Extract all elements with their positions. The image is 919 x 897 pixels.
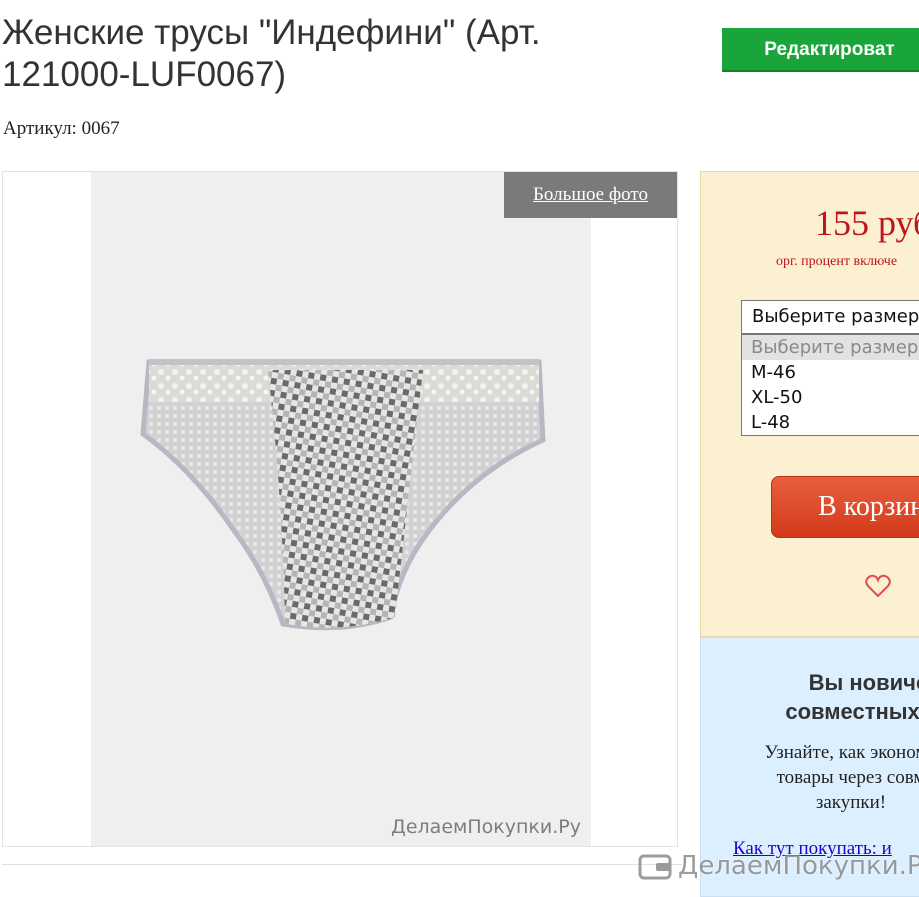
add-to-cart-button[interactable]: В корзин (771, 476, 919, 538)
org-percent-note: орг. процент включе (776, 254, 898, 269)
product-photo[interactable]: Большое фото ДелаемПокупки.Ру (2, 171, 678, 847)
big-photo-link[interactable]: Большое фото (504, 172, 677, 218)
site-logo-text: ДелаемПокупки.Ру (678, 851, 919, 881)
product-image (140, 359, 546, 631)
price: 155 руб (815, 203, 919, 243)
page-title: Женские трусы "Индефини" (Арт. 121000-LU… (2, 13, 541, 94)
size-option[interactable]: L-48 (742, 410, 919, 435)
newcomer-text-line: Узнайте, как экономи (764, 742, 919, 763)
newcomer-title: Вы новичо совместных по (739, 668, 919, 726)
size-dropdown-list: Выберите размер M-46 XL-50 L-48 (741, 334, 919, 436)
wallet-icon (638, 854, 672, 880)
newcomer-title-line: совместных по (785, 699, 919, 724)
divider (2, 864, 682, 865)
size-option[interactable]: Выберите размер (742, 335, 919, 360)
price-panel: 155 руб орг. процент включе Выберите раз… (700, 171, 919, 637)
size-option[interactable]: M-46 (742, 360, 919, 385)
heart-icon[interactable] (863, 574, 893, 604)
edit-button[interactable]: Редактироват (722, 28, 919, 72)
newcomer-title-line: Вы новичо (808, 670, 919, 695)
newcomer-text-line: закупки! (815, 792, 887, 813)
newcomer-text: Узнайте, как экономи товары через совм з… (721, 740, 919, 815)
newcomer-text-line: товары через совм (776, 767, 919, 788)
size-select[interactable]: Выберите размер (741, 300, 919, 334)
size-option[interactable]: XL-50 (742, 385, 919, 410)
site-logo: ДелаемПокупки.Ру (638, 848, 919, 884)
article-number: Артикул: 0067 (3, 118, 120, 139)
photo-watermark: ДелаемПокупки.Ру (391, 816, 581, 838)
